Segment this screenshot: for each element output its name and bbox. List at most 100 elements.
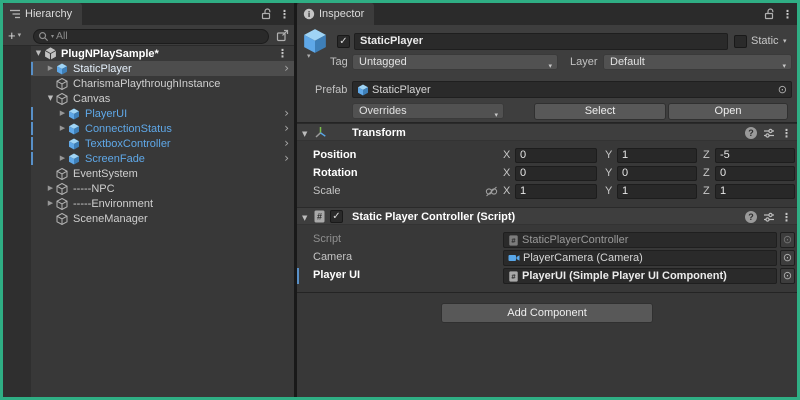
axis-y-label: Y bbox=[605, 166, 612, 181]
prefab-value: StaticPlayer bbox=[372, 84, 431, 96]
script-component-header[interactable]: ▼ # ✓ Static Player Controller (Script) … bbox=[297, 207, 797, 225]
player-ui-label[interactable]: Player UI bbox=[313, 268, 360, 283]
hierarchy-item-textboxcontroller[interactable]: TextboxController › bbox=[31, 136, 294, 151]
tag-dropdown[interactable]: Untagged ▾ bbox=[352, 54, 558, 70]
scene-row[interactable]: ▼ PlugNPlaySample* ⋮ bbox=[31, 46, 294, 61]
active-checkbox[interactable]: ✓ bbox=[337, 35, 350, 48]
scene-name: PlugNPlaySample* bbox=[61, 48, 159, 60]
axis-x-label: X bbox=[503, 184, 510, 199]
position-label[interactable]: Position bbox=[313, 148, 356, 163]
script-label: Script bbox=[313, 232, 341, 247]
overrides-dropdown[interactable]: Overrides ▾ bbox=[352, 103, 504, 119]
object-picker-icon[interactable]: ⊙ bbox=[778, 83, 787, 96]
icon-picker-caret[interactable]: ▾ bbox=[307, 52, 311, 60]
expand-closed-icon[interactable]: ▶ bbox=[57, 121, 68, 136]
object-picker-icon[interactable]: ⊙ bbox=[780, 268, 795, 284]
hierarchy-search-input[interactable]: ▾ All bbox=[33, 29, 269, 44]
position-z-field[interactable]: -5 bbox=[715, 148, 795, 163]
object-picker-icon[interactable]: ⊙ bbox=[780, 250, 795, 266]
prefab-object-field[interactable]: StaticPlayer ⊙ bbox=[352, 81, 792, 98]
layer-value: Default bbox=[610, 56, 645, 68]
foldout-open-icon[interactable]: ▼ bbox=[302, 130, 307, 138]
gameobject-cube-icon bbox=[56, 78, 71, 90]
create-object-button[interactable]: + ▾ bbox=[8, 28, 21, 43]
item-label: -----Environment bbox=[73, 198, 153, 210]
inspector-menu-icon[interactable]: ⋮ bbox=[782, 9, 793, 20]
rotation-z-field[interactable]: 0 bbox=[715, 166, 795, 181]
transform-header[interactable]: ▼ Transform ? ⋮ bbox=[297, 123, 797, 141]
hierarchy-item-environment[interactable]: ▶ -----Environment bbox=[31, 196, 294, 211]
caret-down-icon: ▾ bbox=[18, 28, 22, 43]
help-icon[interactable]: ? bbox=[745, 127, 757, 139]
tab-hierarchy[interactable]: Hierarchy bbox=[3, 3, 82, 25]
component-menu-icon[interactable]: ⋮ bbox=[781, 128, 792, 139]
expand-closed-icon[interactable]: ▶ bbox=[45, 181, 56, 196]
hierarchy-tree: ▼ PlugNPlaySample* ⋮ ▶ bbox=[3, 46, 294, 226]
expand-closed-icon[interactable]: ▶ bbox=[45, 196, 56, 211]
item-label: -----NPC bbox=[73, 183, 115, 195]
camera-label[interactable]: Camera bbox=[313, 250, 352, 265]
rotation-label[interactable]: Rotation bbox=[313, 166, 358, 181]
presets-icon[interactable] bbox=[763, 211, 775, 223]
expand-closed-icon[interactable]: ▶ bbox=[57, 106, 68, 121]
hierarchy-item-connectionstatus[interactable]: ▶ ConnectionStatus › bbox=[31, 121, 294, 136]
hierarchy-item-npc[interactable]: ▶ -----NPC bbox=[31, 181, 294, 196]
detach-search-icon[interactable] bbox=[276, 29, 289, 42]
search-filter-caret-icon[interactable]: ▾ bbox=[51, 33, 54, 40]
presets-icon[interactable] bbox=[763, 127, 775, 139]
hierarchy-item-playerui[interactable]: ▶ PlayerUI › bbox=[31, 106, 294, 121]
rotation-y-field[interactable]: 0 bbox=[617, 166, 697, 181]
scale-y-field[interactable]: 1 bbox=[617, 184, 697, 199]
unlink-scale-icon[interactable] bbox=[485, 185, 498, 198]
expand-closed-icon[interactable]: ▶ bbox=[57, 151, 68, 166]
player-ui-object-field[interactable]: # PlayerUI (Simple Player UI Component) bbox=[503, 268, 777, 284]
scale-label[interactable]: Scale bbox=[313, 184, 341, 199]
prefab-override-bar bbox=[31, 107, 33, 120]
expand-open-icon[interactable]: ▼ bbox=[33, 46, 44, 61]
gameobject-cube-icon-large[interactable] bbox=[302, 28, 328, 54]
static-checkbox[interactable] bbox=[734, 35, 747, 48]
hierarchy-item-canvas[interactable]: ▼ Canvas bbox=[31, 91, 294, 106]
scale-z-field[interactable]: 1 bbox=[715, 184, 795, 199]
scale-x-field[interactable]: 1 bbox=[515, 184, 597, 199]
unlock-icon[interactable] bbox=[764, 8, 775, 20]
prefab-open-arrow-icon[interactable]: › bbox=[284, 151, 289, 165]
layer-dropdown[interactable]: Default ▾ bbox=[603, 54, 792, 70]
hierarchy-item-charismaplaythroughinstance[interactable]: CharismaPlaythroughInstance bbox=[31, 76, 294, 91]
prefab-open-arrow-icon[interactable]: › bbox=[284, 136, 289, 150]
expand-closed-icon[interactable]: ▶ bbox=[45, 61, 56, 76]
add-component-button[interactable]: Add Component bbox=[441, 303, 653, 323]
hierarchy-item-eventsystem[interactable]: EventSystem bbox=[31, 166, 294, 181]
tab-inspector[interactable]: i Inspector bbox=[297, 3, 374, 25]
hierarchy-item-screenfade[interactable]: ▶ ScreenFade › bbox=[31, 151, 294, 166]
help-icon[interactable]: ? bbox=[745, 211, 757, 223]
hierarchy-item-scenemanager[interactable]: SceneManager bbox=[31, 211, 294, 226]
item-label: EventSystem bbox=[73, 168, 138, 180]
static-flags-caret[interactable]: ▾ bbox=[783, 37, 787, 45]
camera-object-field[interactable]: PlayerCamera (Camera) bbox=[503, 250, 777, 266]
prefab-open-arrow-icon[interactable]: › bbox=[284, 106, 289, 120]
foldout-open-icon[interactable]: ▼ bbox=[302, 214, 307, 222]
position-y-field[interactable]: 1 bbox=[617, 148, 697, 163]
position-x-field[interactable]: 0 bbox=[515, 148, 597, 163]
prefab-open-arrow-icon[interactable]: › bbox=[284, 61, 289, 75]
inspector-tabstrip: i Inspector ⋮ bbox=[297, 3, 797, 25]
expand-open-icon[interactable]: ▼ bbox=[45, 91, 56, 106]
gameobject-name-field[interactable]: StaticPlayer bbox=[354, 33, 728, 50]
hierarchy-item-staticplayer[interactable]: ▶ StaticPlayer › bbox=[31, 61, 294, 76]
inspector-panel: i Inspector ⋮ bbox=[297, 3, 797, 397]
prefab-open-button[interactable]: Open bbox=[668, 103, 788, 120]
prefab-select-button[interactable]: Select bbox=[534, 103, 666, 120]
caret-down-icon: ▾ bbox=[548, 59, 552, 73]
component-enabled-checkbox[interactable]: ✓ bbox=[330, 210, 343, 223]
prefab-open-arrow-icon[interactable]: › bbox=[284, 121, 289, 135]
csharp-script-icon: # bbox=[508, 235, 519, 246]
hierarchy-toolbar: + ▾ ▾ All bbox=[3, 25, 294, 46]
tag-value: Untagged bbox=[359, 56, 407, 68]
hierarchy-menu-icon[interactable]: ⋮ bbox=[279, 9, 290, 20]
scene-menu-icon[interactable]: ⋮ bbox=[277, 46, 288, 61]
component-menu-icon[interactable]: ⋮ bbox=[781, 212, 792, 223]
rotation-x-field[interactable]: 0 bbox=[515, 166, 597, 181]
prefab-label: Prefab bbox=[315, 83, 347, 98]
unlock-icon[interactable] bbox=[261, 8, 272, 20]
